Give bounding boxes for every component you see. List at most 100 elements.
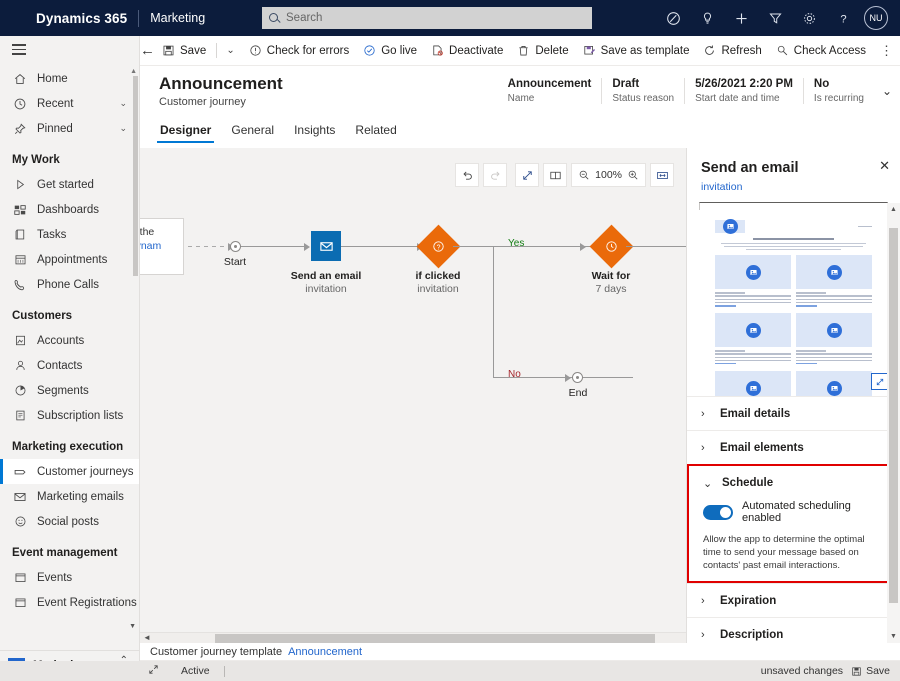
filter-icon[interactable] xyxy=(758,0,792,36)
sidebar-label: Social posts xyxy=(37,516,99,528)
tab-general[interactable]: General xyxy=(221,120,284,143)
canvas-toolbar: 100% xyxy=(455,163,674,187)
delete-button[interactable]: Delete xyxy=(510,36,575,66)
automated-scheduling-toggle-row[interactable]: Automated scheduling enabled xyxy=(689,500,898,524)
sidebar-item-get-started[interactable]: Get started xyxy=(0,172,139,197)
scroll-down-icon[interactable]: ▼ xyxy=(887,630,900,643)
go-live-button[interactable]: Go live xyxy=(356,36,424,66)
sidebar-item-pinned[interactable]: Pinned ⌄ xyxy=(0,116,139,141)
automated-scheduling-toggle[interactable] xyxy=(703,505,733,520)
sidebar-item-dashboards[interactable]: Dashboards xyxy=(0,197,139,222)
layout-button[interactable] xyxy=(543,163,567,187)
sidebar-item-social-posts[interactable]: Social posts xyxy=(0,509,139,534)
brand-title: Dynamics 365 xyxy=(36,11,127,26)
chevron-down-icon[interactable]: ⌄ xyxy=(119,98,127,109)
preview-line xyxy=(796,292,826,294)
status-bar: Active unsaved changes Save xyxy=(0,661,900,681)
panel-divider xyxy=(699,202,888,210)
canvas-horizontal-scrollbar[interactable]: ◄ xyxy=(140,632,686,643)
expand-canvas-button[interactable] xyxy=(515,163,539,187)
fullscreen-icon[interactable] xyxy=(148,664,159,678)
deactivate-button[interactable]: Deactivate xyxy=(424,36,510,66)
sidebar-item-tasks[interactable]: Tasks xyxy=(0,222,139,247)
overflow-menu-button[interactable]: ⋮ xyxy=(873,36,900,66)
sidebar-item-appointments[interactable]: Appointments xyxy=(0,247,139,272)
section-description[interactable]: › Description xyxy=(687,617,900,643)
panel-scrollbar[interactable]: ▲ ▼ xyxy=(887,203,900,643)
question-icon: ? xyxy=(432,240,445,253)
edge-start-to-email xyxy=(241,246,304,247)
section-email-details[interactable]: › Email details xyxy=(687,396,900,430)
expand-preview-icon[interactable] xyxy=(871,373,888,390)
sidebar-item-event-registrations[interactable]: Event Registrations xyxy=(0,590,139,615)
sidebar-item-home[interactable]: Home xyxy=(0,66,139,91)
section-email-elements[interactable]: › Email elements xyxy=(687,430,900,464)
user-avatar[interactable]: NU xyxy=(864,6,888,30)
section-expiration[interactable]: › Expiration xyxy=(687,583,900,617)
sidebar-toggle-button[interactable] xyxy=(0,36,140,66)
scrollbar-thumb[interactable] xyxy=(215,634,655,643)
node-end[interactable] xyxy=(572,372,583,383)
save-as-template-button[interactable]: Save as template xyxy=(576,36,697,66)
sidebar-label: Event Registrations xyxy=(37,597,137,609)
header-expand-chevron-icon[interactable]: ⌄ xyxy=(882,78,892,98)
chevron-down-icon[interactable]: ⌄ xyxy=(119,123,127,134)
sidebar-item-accounts[interactable]: Accounts xyxy=(0,328,139,353)
preview-line xyxy=(715,295,791,297)
add-icon[interactable] xyxy=(724,0,758,36)
preview-image-tile xyxy=(796,255,872,289)
save-button[interactable]: Save xyxy=(155,36,213,66)
redo-button[interactable] xyxy=(483,163,507,187)
node-send-an-email[interactable] xyxy=(311,231,341,261)
email-preview[interactable] xyxy=(695,216,892,396)
save-dropdown-button[interactable]: ⌄ xyxy=(219,36,241,66)
label-subtitle: 7 days xyxy=(571,283,651,295)
help-icon[interactable]: ? xyxy=(826,0,860,36)
sidebar-item-contacts[interactable]: Contacts xyxy=(0,353,139,378)
tab-designer[interactable]: Designer xyxy=(150,120,221,143)
sidebar-item-subscription-lists[interactable]: Subscription lists xyxy=(0,403,139,428)
status-right-group: unsaved changes Save xyxy=(761,665,900,677)
settings-gear-icon[interactable] xyxy=(792,0,826,36)
sidebar-item-phone-calls[interactable]: Phone Calls xyxy=(0,272,139,297)
sidebar-label: Phone Calls xyxy=(37,279,99,291)
close-icon[interactable]: ✕ xyxy=(879,158,890,174)
card-line-2-link[interactable]: Dynam xyxy=(140,239,178,253)
panel-subtitle-link[interactable]: invitation xyxy=(701,181,886,193)
lightbulb-icon[interactable] xyxy=(690,0,724,36)
section-label: Email elements xyxy=(720,442,804,454)
journey-trigger-card[interactable]: of the Dynam xyxy=(140,218,184,275)
key-icon xyxy=(776,44,789,57)
label-title: Wait for xyxy=(571,270,651,282)
journey-designer-canvas[interactable]: 100% of the Dynam Start Send an ema xyxy=(140,148,686,638)
sidebar-item-marketing-emails[interactable]: Marketing emails xyxy=(0,484,139,509)
node-start[interactable] xyxy=(230,241,241,252)
scroll-left-icon[interactable]: ◄ xyxy=(143,633,151,642)
global-search-box[interactable] xyxy=(262,7,592,29)
fit-to-screen-button[interactable] xyxy=(650,163,674,187)
sidebar-item-events[interactable]: Events xyxy=(0,565,139,590)
back-button[interactable]: ← xyxy=(140,42,155,59)
preview-line xyxy=(715,357,791,359)
preview-link-line xyxy=(715,363,736,365)
refresh-button[interactable]: Refresh xyxy=(696,36,768,66)
sidebar-item-segments[interactable]: Segments xyxy=(0,378,139,403)
preview-headline-line xyxy=(753,238,835,240)
scrollbar-thumb[interactable] xyxy=(889,228,898,603)
status-save-button[interactable]: Save xyxy=(851,665,890,677)
assistant-icon[interactable] xyxy=(656,0,690,36)
scroll-up-icon[interactable]: ▲ xyxy=(887,203,900,216)
zoom-control[interactable]: 100% xyxy=(571,163,646,187)
tab-insights[interactable]: Insights xyxy=(284,120,345,143)
section-schedule[interactable]: ⌄ Schedule xyxy=(689,466,898,500)
sidebar-item-customer-journeys[interactable]: Customer journeys xyxy=(0,459,139,484)
section-label: Email details xyxy=(720,408,790,420)
sidebar-item-recent[interactable]: Recent ⌄ xyxy=(0,91,139,116)
check-for-errors-button[interactable]: Check for errors xyxy=(242,36,356,66)
breadcrumb-link[interactable]: Announcement xyxy=(288,646,362,658)
tab-related[interactable]: Related xyxy=(345,120,406,143)
sidebar-scroll-down-icon[interactable]: ▼ xyxy=(129,623,136,630)
undo-button[interactable] xyxy=(455,163,479,187)
search-input[interactable] xyxy=(286,12,566,24)
check-access-button[interactable]: Check Access xyxy=(769,36,873,66)
